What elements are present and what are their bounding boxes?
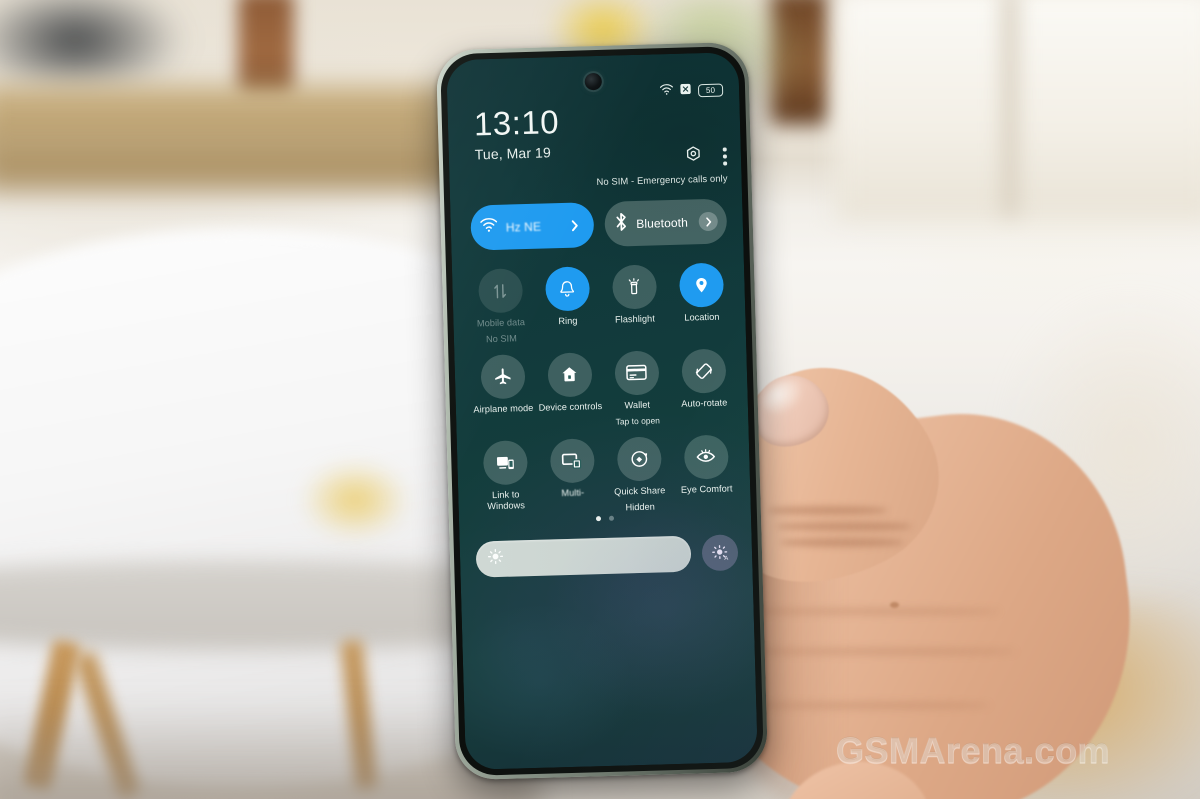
auto-rotate-icon bbox=[680, 348, 727, 394]
tile-auto-rotate[interactable]: Auto-rotate bbox=[669, 348, 738, 427]
clock-date: Tue, Mar 19 bbox=[474, 144, 552, 163]
link-to-windows-icon bbox=[482, 439, 528, 485]
tile-multi-control[interactable]: Multi- bbox=[538, 437, 607, 517]
front-camera-punch-hole bbox=[584, 72, 603, 91]
chevron-right-icon[interactable] bbox=[698, 211, 719, 232]
auto-brightness-button[interactable]: A bbox=[701, 534, 739, 572]
quick-settings-grid: Mobile data No SIM Ring Flashlight Locat… bbox=[466, 262, 741, 518]
tile-airplane-mode[interactable]: Airplane mode bbox=[468, 353, 537, 433]
smartphone: 50 13:10 Tue, Mar 19 No SIM - Emergency … bbox=[435, 41, 769, 781]
page-dot-1[interactable] bbox=[595, 516, 602, 522]
tile-mobile-data-label: Mobile data bbox=[476, 317, 526, 329]
skin-fold bbox=[750, 702, 990, 709]
battery-indicator: 50 bbox=[697, 82, 724, 97]
tile-location-label: Location bbox=[684, 311, 720, 323]
brightness-row: A bbox=[475, 534, 739, 578]
knuckle-crease bbox=[768, 506, 888, 515]
brightness-icon bbox=[487, 548, 505, 570]
overflow-dot bbox=[723, 147, 727, 152]
flashlight-icon bbox=[611, 264, 657, 310]
wifi-tile[interactable]: Hz NE bbox=[470, 202, 594, 251]
tile-flashlight-label: Flashlight bbox=[614, 313, 655, 325]
tile-wallet-sublabel: Tap to open bbox=[615, 415, 661, 427]
skin-mole bbox=[890, 602, 899, 608]
home-icon bbox=[546, 352, 593, 398]
location-pin-icon bbox=[678, 262, 724, 308]
wifi-icon bbox=[480, 218, 499, 237]
background-wood-post bbox=[238, 0, 294, 98]
bluetooth-icon bbox=[613, 212, 629, 236]
site-watermark: GSMArena.com bbox=[835, 730, 1111, 772]
tile-wallet-label: Wallet bbox=[624, 399, 651, 411]
tile-ring-label: Ring bbox=[558, 315, 578, 327]
clock-block: 13:10 Tue, Mar 19 bbox=[473, 103, 560, 163]
wifi-tile-label: Hz NE bbox=[505, 219, 542, 235]
status-bar: 50 bbox=[659, 80, 724, 100]
background-window-mullion bbox=[1002, 0, 1018, 216]
overflow-dot bbox=[723, 161, 728, 166]
vibrate-icon bbox=[680, 81, 691, 99]
brightness-slider[interactable] bbox=[475, 535, 692, 578]
skin-fold bbox=[750, 608, 1000, 615]
page-dot-2[interactable] bbox=[608, 515, 615, 522]
airplane-icon bbox=[479, 353, 526, 400]
photo-scene: 50 13:10 Tue, Mar 19 No SIM - Emergency … bbox=[0, 0, 1200, 799]
background-dark-object bbox=[0, 0, 190, 100]
tile-mobile-data[interactable]: Mobile data No SIM bbox=[466, 268, 535, 347]
tile-multi-control-label: Multi- bbox=[561, 487, 585, 498]
bluetooth-tile-label: Bluetooth bbox=[636, 215, 689, 231]
wifi-icon bbox=[659, 82, 674, 100]
tile-device-controls-label: Device controls bbox=[538, 400, 603, 413]
background-wall-band-lower bbox=[0, 130, 460, 190]
chevron-right-icon[interactable] bbox=[565, 215, 585, 235]
tile-quick-share-label: Quick Share bbox=[614, 484, 666, 497]
tile-link-to-windows[interactable]: Link to Windows bbox=[471, 439, 540, 518]
tile-flashlight[interactable]: Flashlight bbox=[600, 264, 669, 343]
tile-device-controls[interactable]: Device controls bbox=[535, 352, 604, 431]
background-window bbox=[836, 0, 1200, 220]
primary-tiles-row: Hz NE Bluetooth bbox=[470, 198, 728, 251]
overflow-menu-icon[interactable] bbox=[723, 147, 728, 166]
battery-level-text: 50 bbox=[705, 85, 716, 95]
skin-fold bbox=[746, 648, 1016, 655]
tile-eye-comfort-label: Eye Comfort bbox=[680, 483, 733, 495]
data-transfer-icon bbox=[477, 268, 523, 314]
tile-wallet[interactable]: Wallet Tap to open bbox=[602, 350, 671, 429]
quick-settings-actions bbox=[684, 144, 728, 170]
background-yellow-object bbox=[300, 460, 410, 540]
tile-quick-share[interactable]: Quick Share Hidden bbox=[605, 436, 674, 515]
settings-gear-icon[interactable] bbox=[684, 145, 704, 170]
tile-mobile-data-sublabel: No SIM bbox=[485, 333, 518, 345]
svg-text:A: A bbox=[724, 555, 728, 561]
bluetooth-tile[interactable]: Bluetooth bbox=[603, 198, 728, 247]
bell-icon bbox=[544, 266, 590, 312]
multi-control-icon bbox=[549, 437, 595, 484]
sim-status-text: No SIM - Emergency calls only bbox=[596, 172, 728, 188]
clock-time: 13:10 bbox=[473, 103, 560, 143]
tile-quick-share-sublabel: Hidden bbox=[625, 501, 656, 513]
tile-eye-comfort[interactable]: Eye Comfort bbox=[672, 434, 741, 513]
eye-comfort-icon bbox=[683, 434, 729, 480]
knuckle-crease bbox=[780, 538, 904, 547]
overflow-dot bbox=[723, 154, 727, 159]
tile-airplane-mode-label: Airplane mode bbox=[473, 402, 534, 415]
tile-ring[interactable]: Ring bbox=[533, 266, 602, 345]
phone-display: 50 13:10 Tue, Mar 19 No SIM - Emergency … bbox=[446, 52, 758, 770]
tile-link-to-windows-label: Link to Windows bbox=[487, 488, 526, 512]
knuckle-crease bbox=[776, 522, 912, 531]
quick-share-icon bbox=[616, 436, 662, 482]
tile-auto-rotate-label: Auto-rotate bbox=[681, 397, 728, 409]
credit-card-icon bbox=[613, 350, 660, 396]
tile-location[interactable]: Location bbox=[667, 262, 736, 341]
